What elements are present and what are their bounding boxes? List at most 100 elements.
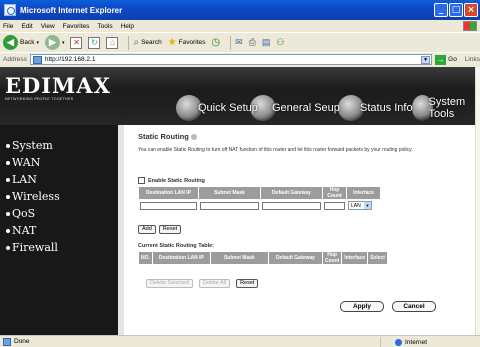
title-bar: Microsoft Internet Explorer _ □ × [0,0,480,20]
reset-button[interactable]: Reset [158,225,182,234]
col-no: NO. [138,251,153,265]
close-button[interactable]: × [464,3,478,17]
menu-bar: File Edit View Favorites Tools Help [0,20,480,32]
back-button[interactable]: ◀ Back ▾ [3,35,39,50]
interface-select[interactable]: LAN ▼ [348,201,372,210]
favorites-button[interactable]: ★ Favorites [168,37,206,48]
page-viewport: EDIMAX NETWORKING PEOPLE TOGETHER Quick … [0,67,480,335]
maximize-button[interactable]: □ [449,3,463,17]
tab-quick-setup[interactable]: Quick Setup [176,95,258,121]
page-icon [32,55,42,64]
menu-edit[interactable]: Edit [21,23,32,30]
edimax-logo: EDIMAX NETWORKING PEOPLE TOGETHER [5,73,111,101]
sidebar-item-firewall[interactable]: Firewall [0,239,118,256]
col-hop-count: Hop Count [321,251,343,265]
main-content: Static Routing You can enable Static Rou… [118,125,480,335]
address-input[interactable]: http://192.168.2.1 ▼ [29,54,433,65]
col-destination: Destination LAN IP [138,186,199,200]
router-header: EDIMAX NETWORKING PEOPLE TOGETHER Quick … [0,67,480,125]
bullet-icon [6,143,10,148]
enable-static-routing-checkbox[interactable] [138,177,145,184]
sidebar-item-lan[interactable]: LAN [0,171,118,188]
sidebar-item-system[interactable]: System [0,137,118,154]
page-description: You can enable Static Routing to turn of… [138,147,413,153]
add-button[interactable]: Add [138,225,156,234]
windows-logo-icon [463,21,477,31]
forward-button[interactable]: ▶ ▾ [44,35,64,50]
zone-indicator: Internet [380,337,427,347]
forward-arrow-icon: ▶ [44,35,60,50]
back-arrow-icon: ◀ [3,35,18,50]
sidebar: System WAN LAN Wireless QoS NAT Firewall [0,125,118,335]
menu-view[interactable]: View [41,23,55,30]
cancel-button[interactable]: Cancel [392,301,436,312]
current-table-title: Current Static Routing Table: [138,243,214,249]
menu-help[interactable]: Help [121,23,134,30]
links-button[interactable]: Links [465,56,480,63]
star-icon: ★ [167,37,177,48]
toolbar: ◀ Back ▾ ▶ ▾ ✕ ↻ ⌂ ⌕ Search ★ Favorites … [0,32,480,52]
col-default-gateway: Default Gateway [267,251,323,265]
col-interface: Interface [346,186,381,200]
messenger-icon[interactable]: ⚇ [276,37,284,48]
stop-icon[interactable]: ✕ [70,36,83,49]
delete-selected-button[interactable]: Delete Selected [146,279,193,288]
destination-ip-input[interactable] [140,201,197,210]
mail-icon[interactable]: ✉ [235,37,243,48]
internet-globe-icon [395,338,402,346]
delete-all-button[interactable]: Delete All [198,279,231,288]
tab-system-tools[interactable]: System Tools [412,95,480,121]
window-title: Microsoft Internet Explorer [20,5,123,15]
tab-general-setup[interactable]: General Seup [250,95,340,121]
default-gateway-input[interactable] [262,201,321,210]
bullet-icon [6,160,10,165]
chevron-down-icon: ▼ [364,202,371,209]
bullet-icon [6,228,10,233]
current-routing-table: NO. Destination LAN IP Subnet Mask Defau… [138,251,388,265]
tab-status-info[interactable]: Status Info [338,95,413,121]
page-title: Static Routing [138,132,478,141]
go-arrow-icon: → [435,54,447,65]
search-icon: ⌕ [133,37,140,48]
col-subnet-mask: Subnet Mask [209,251,269,265]
print-icon[interactable]: ⎙ [249,37,256,48]
ie-icon [4,4,16,16]
col-default-gateway: Default Gateway [260,186,323,200]
sidebar-item-qos[interactable]: QoS [0,205,118,222]
bullet-icon [6,194,10,199]
col-select: Select [367,251,388,265]
sidebar-item-wireless[interactable]: Wireless [0,188,118,205]
subnet-mask-input[interactable] [200,201,259,210]
add-route-table: Destination LAN IP Subnet Mask Default G… [138,186,381,212]
col-hop-count: Hop Count [322,186,347,200]
col-subnet-mask: Subnet Mask [198,186,261,200]
minimize-button[interactable]: _ [434,3,448,17]
address-dropdown-icon[interactable]: ▼ [421,56,431,64]
bullet-icon [6,177,10,182]
sidebar-item-wan[interactable]: WAN [0,154,118,171]
bullet-icon [6,245,10,250]
home-icon[interactable]: ⌂ [106,36,119,49]
col-destination: Destination LAN IP [151,251,211,265]
search-button[interactable]: ⌕ Search [133,37,161,48]
reset-table-button[interactable]: Reset [236,279,259,288]
address-bar: Address http://192.168.2.1 ▼ → Go Links [0,52,480,66]
page-done-icon [3,337,11,346]
bullet-icon [6,211,10,216]
address-label: Address [3,56,27,63]
menu-file[interactable]: File [3,23,13,30]
history-icon[interactable]: ◷ [211,37,220,48]
edit-icon[interactable]: ▤ [262,37,271,48]
col-interface: Interface [341,251,369,265]
menu-favorites[interactable]: Favorites [63,23,90,30]
status-text: Done [14,338,30,345]
enable-static-routing: Enable Static Routing [138,177,205,184]
hop-count-input[interactable] [324,201,345,210]
sidebar-item-nat[interactable]: NAT [0,222,118,239]
address-url: http://192.168.2.1 [44,56,96,63]
go-button[interactable]: → Go [435,54,457,65]
refresh-icon[interactable]: ↻ [88,36,101,49]
menu-tools[interactable]: Tools [97,23,112,30]
help-icon[interactable] [190,133,197,140]
apply-button[interactable]: Apply [340,301,384,312]
